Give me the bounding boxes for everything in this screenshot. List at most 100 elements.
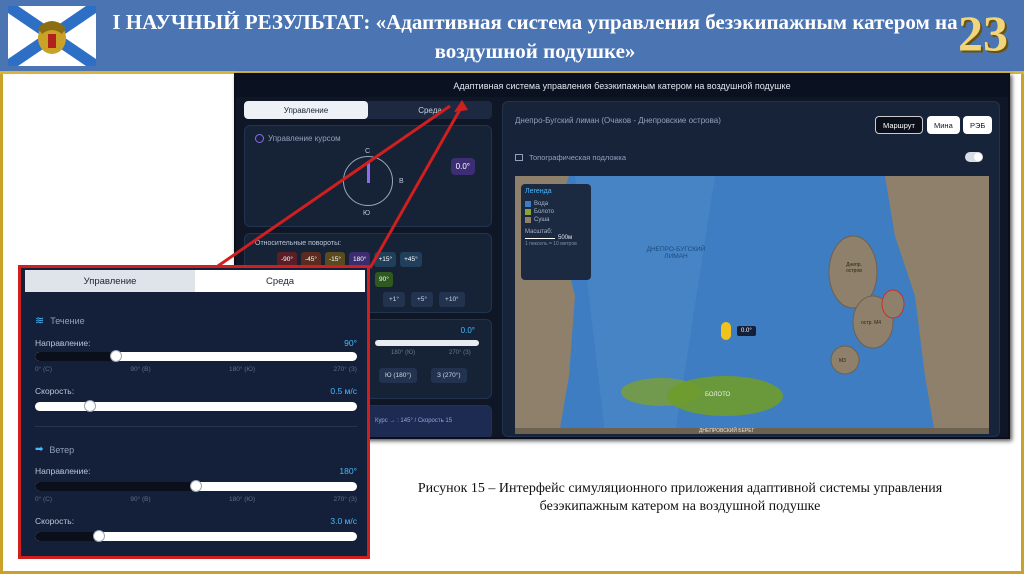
inset-tab-environment[interactable]: Среда: [195, 270, 365, 292]
slider-fill: [35, 352, 116, 361]
wind-section-label: Ветер: [49, 444, 75, 455]
turn-button-plus1[interactable]: +1°: [383, 292, 406, 307]
right-panel: Днепро-Бугский лиман (Очаков - Днепровск…: [502, 101, 1000, 437]
inset-tab-control[interactable]: Управление: [25, 270, 195, 292]
map-canvas[interactable]: Легенда Вода Болото Суша Масштаб: 500м 1…: [515, 176, 989, 434]
tab-environment[interactable]: Среда: [368, 101, 492, 119]
relative-turns-label: Относительные повороты:: [255, 240, 342, 247]
section-divider: [35, 426, 357, 427]
absolute-tick-270: 270° (З): [449, 350, 471, 356]
slider-fill: [35, 532, 99, 541]
course-control-header: Управление курсом: [255, 134, 341, 143]
boat-heading-badge: 0.0°: [737, 326, 756, 336]
figure-caption: Рисунок 15 – Интерфейс симуляционного пр…: [417, 481, 943, 514]
absolute-button-south[interactable]: Ю (180°): [379, 368, 418, 383]
tick-label: 270° (З): [333, 496, 357, 503]
legend-swatch-water: [525, 201, 531, 207]
naval-flag-emblem: [8, 6, 96, 66]
map-icon: [515, 153, 523, 161]
tick-label: 270° (З): [333, 366, 357, 373]
tick-label: 0° (С): [35, 496, 53, 503]
tick-label: 90° (В): [130, 366, 151, 373]
tab-control[interactable]: Управление: [244, 101, 368, 119]
mode-button-mine[interactable]: Мина: [927, 116, 960, 134]
course-control-card: Управление курсом С В Ю 0.0°: [244, 125, 492, 227]
compass-icon: [255, 134, 264, 143]
area-title: Днепро-Бугский лиман (Очаков - Днепровск…: [515, 116, 721, 125]
scale-note: 1 пиксель = 10 метров: [525, 241, 577, 247]
tick-label: 180° (Ю): [228, 496, 256, 503]
legend-box: Легенда Вода Болото Суша Масштаб: 500м 1…: [521, 184, 591, 280]
legend-label-land: Суша: [534, 217, 550, 223]
compass-north: С: [365, 148, 371, 155]
mode-button-ew[interactable]: РЭБ: [963, 116, 993, 134]
turn-button-plus5[interactable]: +5°: [411, 292, 434, 307]
compass-dial[interactable]: [343, 156, 393, 206]
course-control-label: Управление курсом: [268, 134, 341, 143]
tick-label: 90° (В): [130, 496, 151, 503]
legend-title: Легенда: [525, 188, 552, 195]
slider-knob[interactable]: [110, 350, 122, 362]
wind-direction-ticks: 0° (С) 90° (В) 180° (Ю) 270° (З): [35, 496, 357, 503]
slider-fill: [35, 482, 196, 491]
map-label-island3: М3: [839, 358, 846, 364]
page-number: 23: [958, 5, 1008, 61]
status-line: Курс → : 145° / Скорость 15: [375, 418, 453, 424]
relative-turn-row2: 90°: [375, 272, 393, 287]
tick-label: 0° (С): [35, 366, 53, 373]
turn-button-plus15[interactable]: +15°: [374, 252, 397, 267]
current-direction-value: 90°: [344, 338, 357, 348]
legend-item: Болото: [525, 209, 587, 215]
wind-speed-value: 3.0 м/с: [330, 516, 357, 526]
wind-direction-label: Направление:: [35, 466, 91, 476]
mode-button-route[interactable]: Маршрут: [875, 116, 923, 134]
current-speed-label: Скорость:: [35, 386, 75, 396]
compass-south: Ю: [363, 210, 371, 217]
turn-button-plus10[interactable]: +10°: [439, 292, 465, 307]
slider-knob[interactable]: [84, 400, 96, 412]
absolute-button-west[interactable]: З (270°): [431, 368, 467, 383]
absolute-course-slider[interactable]: [375, 340, 479, 346]
current-direction-slider[interactable]: [35, 350, 357, 362]
wind-speed-label: Скорость:: [35, 516, 75, 526]
map-label-bottom: ДНЕПРОВСКИЙ БЕРЕГ: [699, 428, 755, 434]
legend-swatch-land: [525, 217, 531, 223]
app-tabs: Управление Среда: [244, 101, 492, 119]
wind-section-header: ➡ Ветер: [35, 444, 74, 455]
topo-layer-label: Топографическая подложка: [529, 152, 627, 162]
current-section-header: ≋ Течение: [35, 314, 85, 327]
current-speed-slider[interactable]: [35, 400, 357, 412]
wind-direction-value: 180°: [339, 466, 357, 476]
current-direction-label: Направление:: [35, 338, 91, 348]
waves-icon: ≋: [35, 315, 45, 327]
slide-header: I НАУЧНЫЙ РЕЗУЛЬТАТ: «Адаптивная система…: [0, 0, 1024, 74]
map-label-swamp: БОЛОТО: [705, 392, 731, 398]
absolute-course-value: 0.0°: [460, 326, 475, 335]
wind-speed-slider[interactable]: [35, 530, 357, 542]
map-label-island2: остр. М4: [861, 320, 882, 326]
current-direction-ticks: 0° (С) 90° (В) 180° (Ю) 270° (З): [35, 366, 357, 373]
heading-needle: [367, 161, 370, 183]
slider-knob[interactable]: [93, 530, 105, 542]
topo-layer-row: Топографическая подложка: [515, 148, 989, 166]
zoom-inset: Управление Среда ≋ Течение Направление: …: [18, 265, 370, 559]
current-speed-value: 0.5 м/с: [330, 386, 357, 396]
boat-marker: [721, 322, 731, 340]
slider-fill: [35, 402, 90, 411]
compass-east: В: [399, 178, 404, 185]
map-label-liman: ДНЕПРО-БУГСКИЙ ЛИМАН: [646, 246, 706, 260]
legend-label-water: Вода: [534, 201, 549, 207]
legend-item: Суша: [525, 217, 587, 223]
tick-label: 180° (Ю): [228, 366, 256, 373]
scale-bar: [525, 237, 555, 239]
legend-item: Вода: [525, 201, 587, 207]
map-label-island1: Днепр. остров: [846, 262, 862, 274]
wind-direction-slider[interactable]: [35, 480, 357, 492]
topo-layer-toggle[interactable]: [965, 152, 983, 162]
current-section-label: Течение: [50, 315, 85, 326]
inset-tabs: Управление Среда: [25, 270, 365, 292]
turn-button-90[interactable]: 90°: [375, 272, 393, 287]
slider-knob[interactable]: [190, 480, 202, 492]
turn-button-plus45[interactable]: +45°: [400, 252, 422, 267]
absolute-tick-180: 180° (Ю): [391, 350, 416, 356]
